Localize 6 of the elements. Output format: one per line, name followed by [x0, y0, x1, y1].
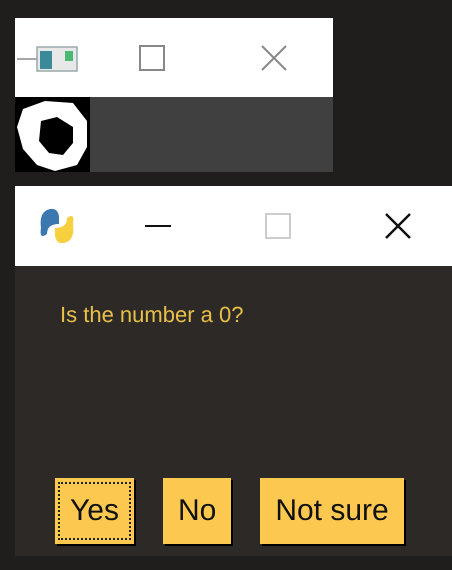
question-text: Is the number a 0? — [60, 302, 244, 328]
close-icon[interactable] — [384, 212, 412, 240]
maximize-icon[interactable] — [138, 44, 166, 72]
answer-button[interactable]: No — [162, 478, 232, 544]
answer-button[interactable]: Yes — [55, 478, 134, 544]
answer-button[interactable]: Not sure — [260, 478, 404, 544]
